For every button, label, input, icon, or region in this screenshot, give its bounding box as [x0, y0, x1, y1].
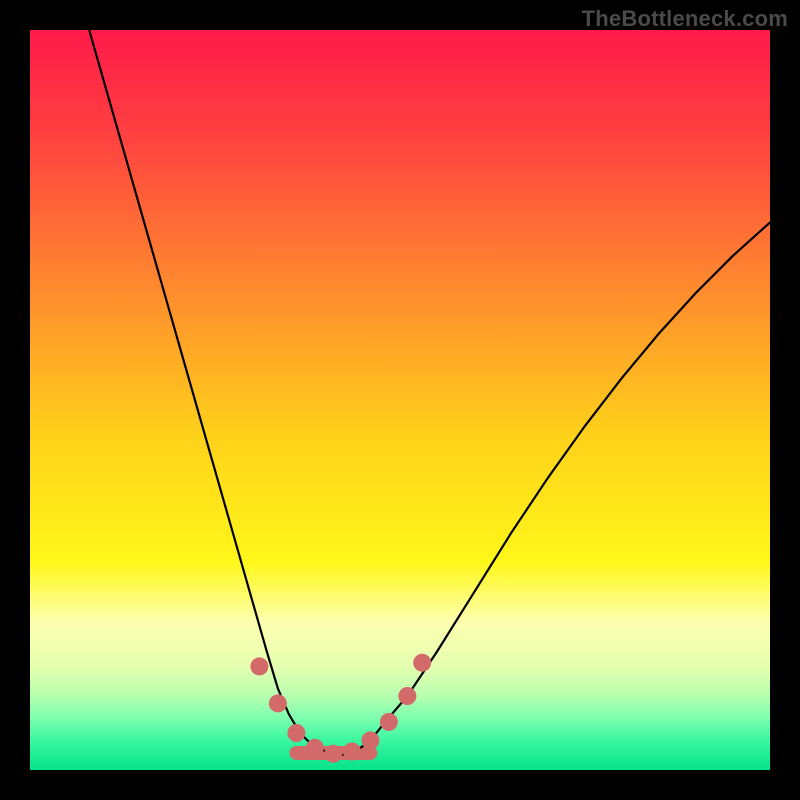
highlight-point	[380, 713, 398, 731]
highlight-point	[269, 694, 287, 712]
highlight-point	[398, 687, 416, 705]
chart-svg	[30, 30, 770, 770]
chart-frame: TheBottleneck.com	[0, 0, 800, 800]
highlight-point	[287, 724, 305, 742]
highlight-point	[413, 654, 431, 672]
highlight-point	[324, 745, 342, 763]
chart-background-gradient	[30, 30, 770, 770]
highlight-point	[306, 739, 324, 757]
highlight-point	[250, 657, 268, 675]
highlight-point	[361, 731, 379, 749]
highlight-point	[343, 743, 361, 761]
watermark-text: TheBottleneck.com	[582, 6, 788, 32]
plot-area	[30, 30, 770, 770]
